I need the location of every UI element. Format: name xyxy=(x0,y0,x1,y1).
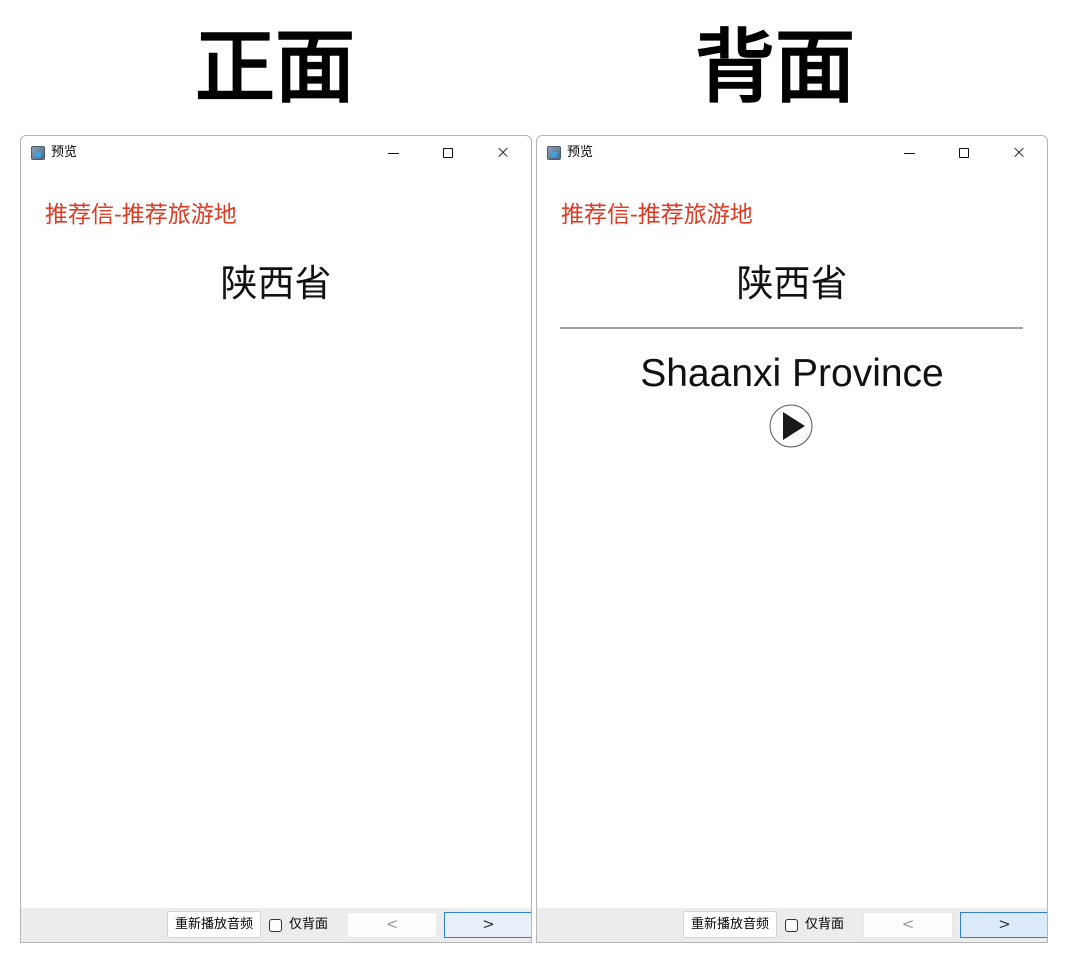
back-only-label: 仅背面 xyxy=(289,917,329,932)
bottom-toolbar: 重新播放音频 仅背面 < > xyxy=(21,908,531,942)
previous-card-button[interactable]: < xyxy=(347,912,437,938)
card-front-text: 陕西省 xyxy=(220,262,332,305)
next-card-button[interactable]: > xyxy=(444,912,531,938)
window-title: 预览 xyxy=(567,145,594,160)
maximize-icon xyxy=(443,148,453,158)
minimize-button[interactable] xyxy=(370,136,416,170)
card-front-text: 陕西省 xyxy=(736,262,848,305)
title-bar[interactable]: 预览 × xyxy=(21,136,531,170)
minimize-icon xyxy=(387,152,399,154)
back-only-toggle[interactable]: 仅背面 xyxy=(785,916,844,934)
previous-card-button[interactable]: < xyxy=(863,912,953,938)
app-icon xyxy=(31,146,45,160)
card-back-text: Shaanxi Province xyxy=(640,352,944,395)
replay-audio-button[interactable]: 重新播放音频 xyxy=(683,911,777,938)
back-only-checkbox[interactable] xyxy=(785,918,798,932)
next-card-button[interactable]: > xyxy=(960,912,1047,938)
window-title: 预览 xyxy=(51,145,78,160)
maximize-icon xyxy=(959,148,969,158)
preview-comparison-page: 正面 背面 预览 × 推荐信-推荐旅游地 陕西省 重新播放音频 仅背面 < > … xyxy=(0,0,1073,965)
play-audio-button[interactable] xyxy=(769,404,813,448)
back-only-checkbox[interactable] xyxy=(269,918,282,932)
back-preview-window: 预览 × 推荐信-推荐旅游地 陕西省 Shaanxi Province 重新播放… xyxy=(536,135,1048,943)
close-button[interactable]: × xyxy=(480,136,526,170)
front-preview-window: 预览 × 推荐信-推荐旅游地 陕西省 重新播放音频 仅背面 < > xyxy=(20,135,532,943)
app-icon xyxy=(547,146,561,160)
card-deck-title: 推荐信-推荐旅游地 xyxy=(561,202,753,228)
play-icon xyxy=(769,404,813,448)
minimize-icon xyxy=(903,152,915,154)
minimize-button[interactable] xyxy=(886,136,932,170)
card-deck-title: 推荐信-推荐旅游地 xyxy=(45,202,237,228)
bottom-toolbar: 重新播放音频 仅背面 < > xyxy=(537,908,1047,942)
back-heading: 背面 xyxy=(695,20,855,114)
back-only-label: 仅背面 xyxy=(805,917,845,932)
back-only-toggle[interactable]: 仅背面 xyxy=(269,916,328,934)
replay-audio-button[interactable]: 重新播放音频 xyxy=(167,911,261,938)
title-bar[interactable]: 预览 × xyxy=(537,136,1047,170)
answer-divider xyxy=(560,327,1023,329)
close-icon: × xyxy=(1011,142,1027,163)
close-button[interactable]: × xyxy=(996,136,1042,170)
maximize-button[interactable] xyxy=(941,136,987,170)
close-icon: × xyxy=(495,142,511,163)
front-heading: 正面 xyxy=(195,20,355,114)
maximize-button[interactable] xyxy=(425,136,471,170)
